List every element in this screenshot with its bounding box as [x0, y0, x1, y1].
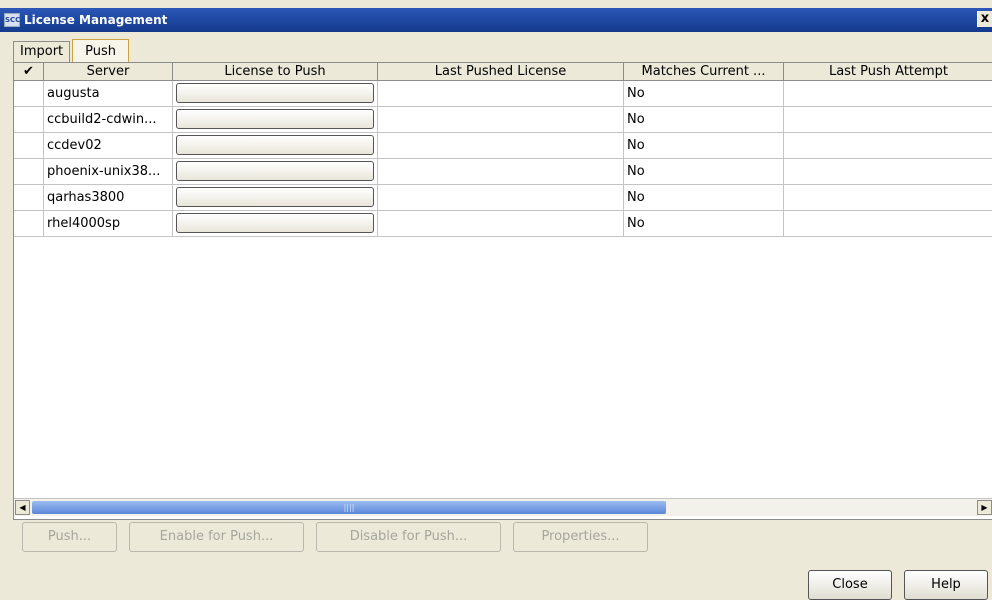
column-header-last-pushed-license[interactable]: Last Pushed License: [378, 63, 624, 80]
last-pushed-cell: [378, 185, 624, 210]
row-checkbox[interactable]: [14, 133, 44, 158]
last-pushed-cell: [378, 211, 624, 236]
table-row[interactable]: qarhas3800 No: [14, 185, 992, 211]
disable-for-push-button[interactable]: Disable for Push...: [316, 522, 501, 552]
last-pushed-cell: [378, 81, 624, 106]
license-cell: [173, 107, 378, 132]
last-pushed-cell: [378, 133, 624, 158]
scroll-right-arrow-icon[interactable]: ▶: [977, 500, 992, 515]
license-cell: [173, 185, 378, 210]
table-row[interactable]: ccdev02 No: [14, 133, 992, 159]
license-select-button[interactable]: [176, 213, 374, 233]
server-cell: augusta: [44, 81, 173, 106]
last-attempt-cell: [784, 211, 992, 236]
table-row[interactable]: rhel4000sp No: [14, 211, 992, 237]
app-icon: SCC: [4, 13, 20, 27]
row-checkbox[interactable]: [14, 81, 44, 106]
license-select-button[interactable]: [176, 135, 374, 155]
last-attempt-cell: [784, 81, 992, 106]
matches-cell: No: [624, 211, 784, 236]
table-row[interactable]: ccbuild2-cdwin... No: [14, 107, 992, 133]
column-header-last-push-attempt[interactable]: Last Push Attempt: [784, 63, 992, 80]
table-header: ✔ Server License to Push Last Pushed Lic…: [14, 63, 992, 81]
row-checkbox[interactable]: [14, 185, 44, 210]
column-header-license-to-push[interactable]: License to Push: [173, 63, 378, 80]
properties-button[interactable]: Properties...: [513, 522, 648, 552]
row-checkbox[interactable]: [14, 159, 44, 184]
column-header-matches-current[interactable]: Matches Current ...: [624, 63, 784, 80]
matches-cell: No: [624, 133, 784, 158]
tab-strip: Import Push: [13, 36, 131, 63]
tab-import[interactable]: Import: [13, 41, 71, 62]
table-row[interactable]: augusta No: [14, 81, 992, 107]
license-cell: [173, 211, 378, 236]
last-attempt-cell: [784, 159, 992, 184]
last-pushed-cell: [378, 107, 624, 132]
tab-push[interactable]: Push: [72, 39, 130, 63]
action-button-row: Push... Enable for Push... Disable for P…: [22, 522, 660, 552]
push-button[interactable]: Push...: [22, 522, 117, 552]
server-cell: qarhas3800: [44, 185, 173, 210]
column-header-server[interactable]: Server: [44, 63, 173, 80]
matches-cell: No: [624, 185, 784, 210]
help-button[interactable]: Help: [904, 570, 988, 600]
server-cell: ccdev02: [44, 133, 173, 158]
last-pushed-cell: [378, 159, 624, 184]
push-panel: ✔ Server License to Push Last Pushed Lic…: [13, 62, 992, 520]
close-button[interactable]: Close: [808, 570, 892, 600]
last-attempt-cell: [784, 133, 992, 158]
license-select-button[interactable]: [176, 187, 374, 207]
enable-for-push-button[interactable]: Enable for Push...: [129, 522, 304, 552]
server-cell: rhel4000sp: [44, 211, 173, 236]
license-cell: [173, 81, 378, 106]
row-checkbox[interactable]: [14, 211, 44, 236]
horizontal-scrollbar[interactable]: ◀ |||| ▶: [14, 498, 992, 516]
matches-cell: No: [624, 159, 784, 184]
matches-cell: No: [624, 81, 784, 106]
title-bar: SCC License Management x: [0, 8, 992, 32]
window-title: License Management: [24, 13, 168, 27]
table-body: augusta No ccbuild2-cdwin... No ccdev02 …: [14, 81, 992, 237]
license-select-button[interactable]: [176, 83, 374, 103]
row-checkbox[interactable]: [14, 107, 44, 132]
window-close-button[interactable]: x: [977, 11, 992, 27]
server-cell: ccbuild2-cdwin...: [44, 107, 173, 132]
last-attempt-cell: [784, 185, 992, 210]
license-cell: [173, 133, 378, 158]
license-select-button[interactable]: [176, 161, 374, 181]
matches-cell: No: [624, 107, 784, 132]
column-header-check[interactable]: ✔: [14, 63, 44, 80]
table-row[interactable]: phoenix-unix38... No: [14, 159, 992, 185]
server-cell: phoenix-unix38...: [44, 159, 173, 184]
license-cell: [173, 159, 378, 184]
last-attempt-cell: [784, 107, 992, 132]
license-select-button[interactable]: [176, 109, 374, 129]
scroll-left-arrow-icon[interactable]: ◀: [15, 500, 30, 515]
scroll-thumb[interactable]: ||||: [32, 501, 666, 514]
